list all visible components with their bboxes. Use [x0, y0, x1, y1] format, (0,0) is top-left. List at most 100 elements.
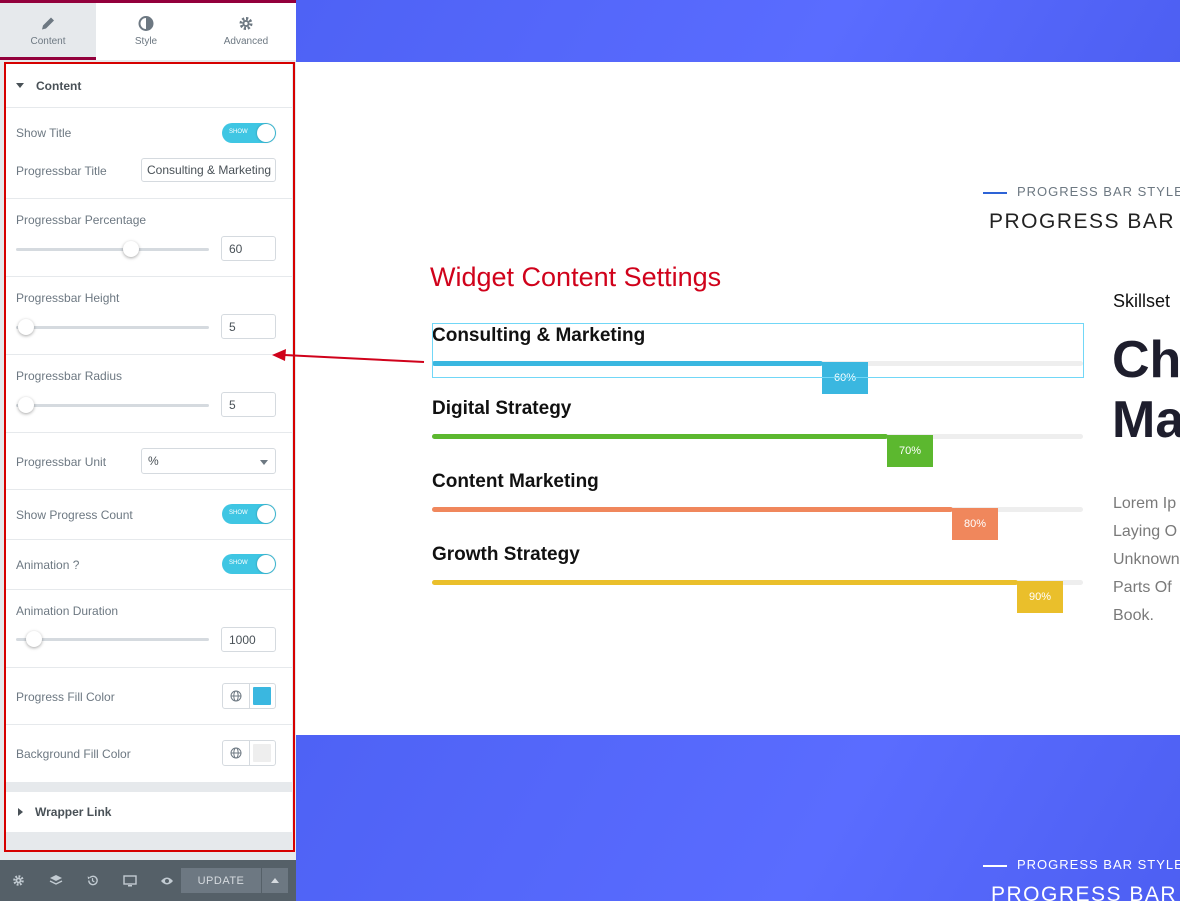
top-blue-section	[296, 0, 1180, 62]
show-title-label: Show Title	[16, 126, 72, 140]
caret-right-icon	[18, 808, 23, 816]
progressbar-radius-label: Progressbar Radius	[16, 369, 123, 383]
tab-style[interactable]: Style	[96, 3, 196, 60]
progress-bar-track	[432, 580, 1083, 585]
responsive-icon[interactable]	[111, 860, 148, 901]
progressbar-title-input[interactable]: Consulting & Marketing	[141, 158, 276, 182]
settings-icon[interactable]	[0, 860, 37, 901]
progressbar-unit-control: Progressbar Unit %	[6, 433, 292, 490]
progress-bar-item: Consulting & Marketing 60%	[432, 325, 1083, 394]
percentage-slider-thumb[interactable]	[123, 241, 139, 257]
lorem-line: Laying O	[1113, 523, 1178, 540]
show-title-toggle[interactable]: SHOW	[222, 123, 276, 143]
lorem-line: Parts Of	[1113, 579, 1172, 596]
progress-bar-track	[432, 361, 1083, 366]
unit-select[interactable]: %	[141, 448, 276, 474]
progress-count-badge: 80%	[952, 508, 998, 540]
gear-icon	[239, 17, 253, 30]
progress-count-badge: 70%	[887, 435, 933, 467]
progress-bar-title: Growth Strategy	[432, 544, 580, 565]
radius-input[interactable]: 5	[221, 392, 276, 417]
percentage-input[interactable]: 60	[221, 236, 276, 261]
show-title-control: Show Title SHOW Progressbar Title Consul…	[6, 108, 292, 199]
height-input[interactable]: 5	[221, 314, 276, 339]
caret-down-icon	[16, 83, 24, 88]
progress-bar-fill	[432, 434, 888, 439]
subtitle-line	[983, 864, 1007, 867]
subtitle-text: PROGRESS BAR STYLE	[1017, 857, 1180, 872]
preview-eye-icon[interactable]	[148, 860, 185, 901]
tab-advanced[interactable]: Advanced	[196, 3, 296, 60]
content-section: Content Show Title SHOW Progressbar Titl…	[6, 64, 292, 782]
section-subtitle-top: PROGRESS BAR STYLE	[983, 184, 1180, 199]
subtitle-line	[983, 191, 1007, 194]
preview-canvas: PROGRESS BAR STYLE PROGRESS BAR ( Widget…	[296, 0, 1180, 901]
progress-bar-fill	[432, 507, 953, 512]
progress-fill-color-label: Progress Fill Color	[16, 690, 115, 704]
annotation-label: Widget Content Settings	[430, 262, 722, 292]
percentage-slider[interactable]	[16, 241, 209, 257]
content-section-title: Content	[36, 78, 82, 93]
progress-bar-title: Digital Strategy	[432, 398, 572, 419]
height-slider[interactable]	[16, 319, 209, 335]
toggle-knob	[257, 555, 275, 573]
update-button[interactable]: UPDATE	[181, 875, 261, 887]
progressbar-unit-label: Progressbar Unit	[16, 455, 107, 469]
layers-icon[interactable]	[37, 860, 74, 901]
progressbar-percentage-label: Progressbar Percentage	[16, 213, 147, 227]
radius-slider[interactable]	[16, 397, 209, 413]
animation-duration-label: Animation Duration	[16, 604, 119, 618]
duration-slider[interactable]	[16, 631, 209, 647]
wrapper-link-header[interactable]: Wrapper Link	[6, 792, 292, 832]
lorem-line: Unknown	[1113, 551, 1180, 568]
toggle-knob	[257, 124, 275, 142]
progress-fill-color-control: Progress Fill Color	[6, 668, 292, 725]
duration-slider-thumb[interactable]	[26, 631, 42, 647]
lorem-line: Book.	[1113, 607, 1154, 624]
content-section-header[interactable]: Content	[6, 64, 292, 108]
section-gap	[6, 782, 292, 792]
big-heading-line-2: Ma	[1112, 391, 1180, 449]
progress-count-badge: 60%	[822, 362, 868, 394]
show-progress-count-label: Show Progress Count	[16, 508, 133, 522]
tab-content[interactable]: Content	[0, 3, 96, 60]
editor-panel: Content Style Advanced Content Show Titl…	[0, 0, 296, 901]
progressbar-title-label: Progressbar Title	[16, 164, 107, 178]
toggle-text: SHOW	[229, 510, 248, 516]
progress-fill-swatch[interactable]	[253, 687, 271, 705]
height-slider-thumb[interactable]	[18, 319, 34, 335]
panel-tabs: Content Style Advanced	[0, 3, 296, 60]
progress-bar-title: Consulting & Marketing	[432, 325, 646, 346]
progress-bar-title: Content Marketing	[432, 471, 599, 492]
animation-control: Animation ? SHOW	[6, 540, 292, 590]
tab-advanced-label: Advanced	[223, 36, 269, 47]
wrapper-link-section: Wrapper Link	[6, 792, 292, 832]
show-progress-count-toggle[interactable]: SHOW	[222, 504, 276, 524]
section-heading-bottom: PROGRESS BAR (	[991, 883, 1180, 901]
progressbar-percentage-control: Progressbar Percentage 60	[6, 199, 292, 277]
progress-bar-item: Growth Strategy 90%	[432, 544, 1083, 613]
update-options-button[interactable]	[261, 868, 288, 893]
show-progress-count-control: Show Progress Count SHOW	[6, 490, 292, 540]
toggle-text: SHOW	[229, 560, 248, 566]
duration-input[interactable]: 1000	[221, 627, 276, 652]
pencil-icon	[42, 17, 54, 30]
tab-content-label: Content	[30, 36, 66, 47]
background-fill-swatch[interactable]	[253, 744, 271, 762]
tab-style-label: Style	[134, 36, 158, 47]
globe-icon[interactable]	[223, 684, 250, 708]
progress-bar-track	[432, 434, 1083, 439]
section-heading-top: PROGRESS BAR (	[989, 210, 1180, 233]
radius-slider-thumb[interactable]	[18, 397, 34, 413]
background-fill-color-picker[interactable]	[222, 740, 276, 766]
globe-icon[interactable]	[223, 741, 250, 765]
animation-toggle[interactable]: SHOW	[222, 554, 276, 574]
history-icon[interactable]	[74, 860, 111, 901]
progress-fill-color-picker[interactable]	[222, 683, 276, 709]
skillset-label: Skillset	[1113, 291, 1171, 311]
background-fill-color-control: Background Fill Color	[6, 725, 292, 782]
animation-duration-control: Animation Duration 1000	[6, 590, 292, 668]
progress-bar-fill	[432, 361, 823, 366]
progress-bar-item: Content Marketing 80%	[432, 471, 1083, 540]
progressbar-height-control: Progressbar Height 5	[6, 277, 292, 355]
